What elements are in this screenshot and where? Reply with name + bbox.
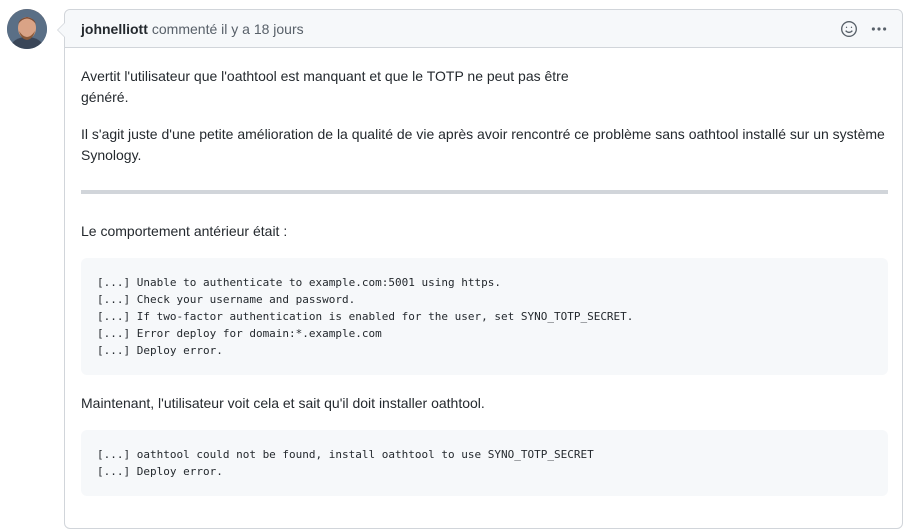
kebab-menu-icon[interactable] [868, 18, 890, 40]
user-avatar-icon [7, 9, 47, 49]
comment-header: johnelliott commenté il y a 18 jours [65, 10, 902, 48]
author-link[interactable]: johnelliott [81, 21, 148, 37]
comment-body: Avertit l'utilisateur que l'oathtool est… [65, 48, 902, 496]
divider [81, 190, 888, 194]
paragraph: Maintenant, l'utilisateur voit cela et s… [81, 395, 485, 411]
avatar[interactable] [7, 9, 47, 49]
code-block: [...] oathtool could not be found, insta… [81, 430, 888, 496]
comment-timestamp[interactable]: commenté il y a 18 jours [152, 21, 304, 37]
paragraph: Il s'agit juste d'une petite amélioratio… [81, 126, 885, 163]
smiley-icon[interactable] [838, 18, 860, 40]
code-block: [...] Unable to authenticate to example.… [81, 258, 888, 375]
comment-box: johnelliott commenté il y a 18 jours Ave… [57, 9, 903, 529]
comment-actions [838, 10, 890, 48]
paragraph: Le comportement antérieur était : [81, 223, 288, 239]
paragraph: Avertit l'utilisateur que l'oathtool est… [81, 68, 569, 105]
